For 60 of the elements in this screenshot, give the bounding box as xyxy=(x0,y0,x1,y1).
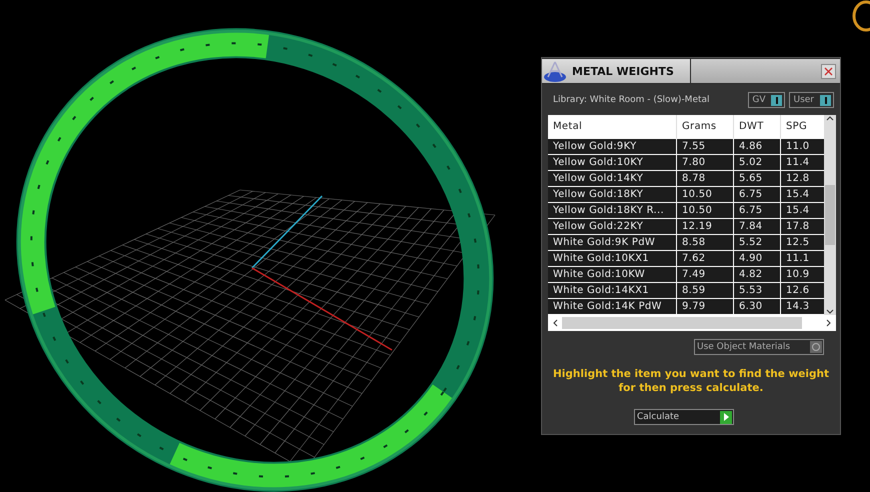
table-cell: White Gold:14KX1 xyxy=(548,283,677,299)
table-cell: 6.30 xyxy=(734,299,781,315)
table-cell: 10.50 xyxy=(677,203,734,219)
table-cell: Yellow Gold:22KY xyxy=(548,219,677,235)
calculate-button[interactable]: Calculate xyxy=(634,409,734,425)
table-cell: 11.0 xyxy=(781,139,824,155)
table-cell: White Gold:9K PdW xyxy=(548,235,677,251)
table-cell: 4.86 xyxy=(734,139,781,155)
toggle-button[interactable]: GV xyxy=(748,92,786,108)
scroll-right-icon[interactable] xyxy=(826,319,832,327)
table-cell: 10.9 xyxy=(781,267,824,283)
scroll-up-icon[interactable] xyxy=(826,115,834,121)
table-cell: Yellow Gold:9KY xyxy=(548,139,677,155)
table-cell: 5.65 xyxy=(734,171,781,187)
table-cell: 15.4 xyxy=(781,187,824,203)
table-cell: 12.5 xyxy=(781,235,824,251)
table-cell: White Gold:14K PdW xyxy=(548,299,677,315)
table-cell: Yellow Gold:10KY xyxy=(548,155,677,171)
table-cell: 8.58 xyxy=(677,235,734,251)
table-cell: 12.8 xyxy=(781,171,824,187)
table-cell: 5.53 xyxy=(734,283,781,299)
panel-title: METAL WEIGHTS xyxy=(572,64,674,78)
table-cell: 12.19 xyxy=(677,219,734,235)
table-cell: 14.3 xyxy=(781,299,824,315)
table-cell: Yellow Gold:14KY xyxy=(548,171,677,187)
table-cell: White Gold:10KW xyxy=(548,267,677,283)
table-cell: 7.55 xyxy=(677,139,734,155)
use-object-materials-toggle[interactable]: Use Object Materials xyxy=(694,339,824,355)
toggle-button[interactable]: User xyxy=(789,92,834,108)
table-cell: Yellow Gold:18KY R... xyxy=(548,203,677,219)
table-cell: 4.90 xyxy=(734,251,781,267)
vertical-scrollbar[interactable] xyxy=(824,115,836,315)
table-cell: Yellow Gold:18KY xyxy=(548,187,677,203)
table-cell: 7.84 xyxy=(734,219,781,235)
table-cell: 8.78 xyxy=(677,171,734,187)
instruction-text: Highlight the item you want to find the weight for then press calculate. xyxy=(552,367,830,395)
app-logo-icon xyxy=(542,59,568,83)
table-cell: 6.75 xyxy=(734,187,781,203)
table-cell: White Gold:10KX1 xyxy=(548,251,677,267)
close-icon xyxy=(824,66,833,76)
table-cell: 5.52 xyxy=(734,235,781,251)
scroll-left-icon[interactable] xyxy=(552,319,558,327)
table-cell: 5.02 xyxy=(734,155,781,171)
ring-icon[interactable] xyxy=(850,0,870,34)
table-cell: 7.49 xyxy=(677,267,734,283)
table-cell: 6.75 xyxy=(734,203,781,219)
table-cell: 4.82 xyxy=(734,267,781,283)
table-cell: 11.4 xyxy=(781,155,824,171)
table-cell: 10.50 xyxy=(677,187,734,203)
table-cell: 12.6 xyxy=(781,283,824,299)
table-cell: 11.1 xyxy=(781,251,824,267)
table-cell: 17.8 xyxy=(781,219,824,235)
table-cell: 15.4 xyxy=(781,203,824,219)
table-cell: 7.62 xyxy=(677,251,734,267)
table-cell: 8.59 xyxy=(677,283,734,299)
scroll-down-icon[interactable] xyxy=(826,309,834,315)
table-cell: 9.79 xyxy=(677,299,734,315)
library-label: Library: White Room - (Slow)-Metal xyxy=(553,95,711,105)
close-button[interactable] xyxy=(821,64,836,78)
table-cell: 7.80 xyxy=(677,155,734,171)
